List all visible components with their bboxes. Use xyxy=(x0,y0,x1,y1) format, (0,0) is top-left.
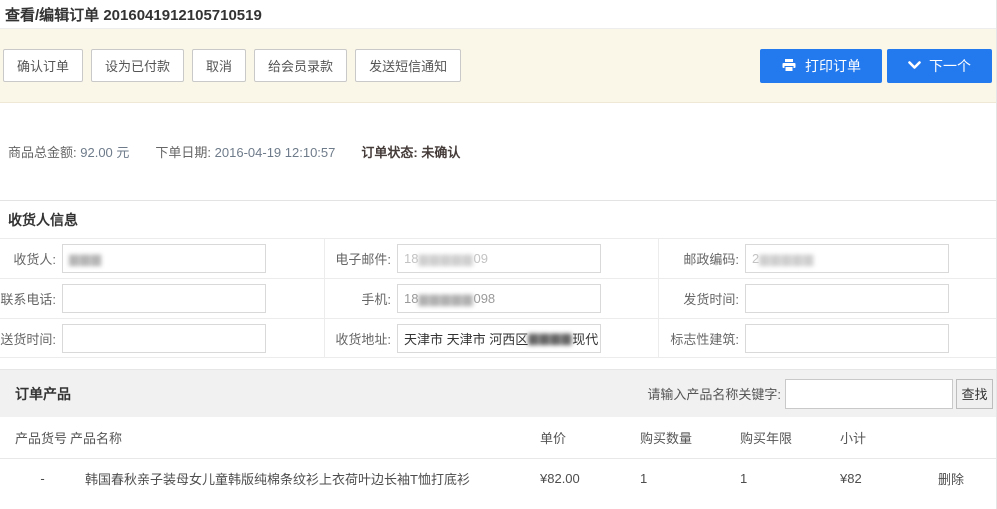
col-product-name: 产品名称 xyxy=(70,428,540,447)
order-status-value: 未确认 xyxy=(421,145,460,160)
masked-value: ▆▆▆▆▆ xyxy=(418,251,473,267)
toolbar: 确认订单 设为已付款 取消 给会员录款 发送短信通知 打印订单 下一个 xyxy=(0,29,996,103)
print-order-button[interactable]: 打印订单 xyxy=(760,49,882,83)
confirm-order-button[interactable]: 确认订单 xyxy=(3,49,83,82)
order-status-label: 订单状态: xyxy=(361,145,417,160)
contact-phone-input[interactable] xyxy=(62,284,266,313)
email-field: 电子邮件: 18▆▆▆▆▆09 xyxy=(325,238,659,278)
contact-phone-field: 联系电话: xyxy=(0,278,325,318)
products-table-header: 产品货号 产品名称 单价 购买数量 购买年限 小计 xyxy=(0,417,996,459)
order-date-label: 下单日期: xyxy=(155,145,211,160)
recipient-label: 收货人: xyxy=(0,249,62,268)
recipient-input[interactable]: ▆▆▆ xyxy=(62,244,266,273)
total-amount-value: 92.00 元 xyxy=(80,145,129,160)
landmark-input[interactable] xyxy=(745,324,949,353)
landmark-label: 标志性建筑: xyxy=(659,329,745,348)
masked-value: ▆▆▆▆ xyxy=(528,330,572,346)
product-search-label: 请输入产品名称关键字: xyxy=(647,384,781,403)
products-title: 订单产品 xyxy=(15,384,71,404)
address-field: 收货地址: 天津市 天津市 河西区▆▆▆▆现代 xyxy=(325,318,659,358)
col-product-sku: 产品货号 xyxy=(0,428,70,447)
unit-price: ¥82.00 xyxy=(540,471,640,486)
set-paid-button[interactable]: 设为已付款 xyxy=(91,49,184,82)
field-value: 天津市 天津市 河西区 xyxy=(404,329,528,348)
products-section-header: 订单产品 请输入产品名称关键字: 查找 xyxy=(0,369,996,417)
delete-link[interactable]: 删除 xyxy=(938,472,964,487)
masked-value: ▆▆▆▆▆ xyxy=(418,291,473,307)
contact-phone-label: 联系电话: xyxy=(0,289,62,308)
product-name: 韩国春秋亲子装母女儿童韩版纯棉条纹衫上衣荷叶边长袖T恤打底衫 xyxy=(85,469,540,488)
ship-time-field: 发货时间: xyxy=(659,278,997,318)
masked-value: ▆▆▆ xyxy=(69,251,102,267)
product-sku: - xyxy=(0,471,85,486)
page-title: 查看/编辑订单 2016041912105710519 xyxy=(5,4,262,25)
purchase-years: 1 xyxy=(740,471,840,486)
delivery-time-input[interactable] xyxy=(62,324,266,353)
send-sms-button[interactable]: 发送短信通知 xyxy=(355,49,461,82)
mobile-field: 手机: 18▆▆▆▆▆098 xyxy=(325,278,659,318)
subtotal: ¥82 xyxy=(840,471,938,486)
record-payment-button[interactable]: 给会员录款 xyxy=(254,49,347,82)
postal-code-label: 邮政编码: xyxy=(659,249,745,268)
print-order-label: 打印订单 xyxy=(805,56,861,76)
col-unit-price: 单价 xyxy=(540,428,640,447)
email-input[interactable]: 18▆▆▆▆▆09 xyxy=(397,244,601,273)
recipient-form: 收货人: ▆▆▆ 电子邮件: 18▆▆▆▆▆09 邮政编码: 2▆▆▆▆▆ 联系… xyxy=(0,238,996,358)
product-search-input[interactable] xyxy=(785,379,953,409)
field-value: 09 xyxy=(473,251,487,266)
table-row: - 韩国春秋亲子装母女儿童韩版纯棉条纹衫上衣荷叶边长袖T恤打底衫 ¥82.00 … xyxy=(0,459,996,498)
postal-code-input[interactable]: 2▆▆▆▆▆ xyxy=(745,244,949,273)
delivery-time-label: 送货时间: xyxy=(0,329,62,348)
order-edit-page: 查看/编辑订单 2016041912105710519 确认订单 设为已付款 取… xyxy=(0,0,997,509)
order-date-value: 2016-04-19 12:10:57 xyxy=(215,145,336,160)
col-quantity: 购买数量 xyxy=(640,428,740,447)
next-label: 下一个 xyxy=(929,56,971,76)
field-value: 18 xyxy=(404,251,418,266)
mobile-input[interactable]: 18▆▆▆▆▆098 xyxy=(397,284,601,313)
recipient-field: 收货人: ▆▆▆ xyxy=(0,238,325,278)
product-search: 请输入产品名称关键字: 查找 xyxy=(647,379,993,409)
landmark-field: 标志性建筑: xyxy=(659,318,997,358)
field-value: 098 xyxy=(473,291,495,306)
col-subtotal: 小计 xyxy=(840,428,938,447)
address-label: 收货地址: xyxy=(325,329,397,348)
cancel-button[interactable]: 取消 xyxy=(192,49,246,82)
col-purchase-years: 购买年限 xyxy=(740,428,840,447)
field-value: 现代 xyxy=(572,329,598,348)
field-value: 18 xyxy=(404,291,418,306)
postal-code-field: 邮政编码: 2▆▆▆▆▆ xyxy=(659,238,997,278)
mobile-label: 手机: xyxy=(325,289,397,308)
printer-icon xyxy=(781,58,797,73)
search-button[interactable]: 查找 xyxy=(956,379,993,409)
chevron-down-icon xyxy=(908,61,921,70)
total-amount-label: 商品总金额: xyxy=(8,145,77,160)
ship-time-input[interactable] xyxy=(745,284,949,313)
masked-value: ▆▆▆▆▆ xyxy=(759,251,814,267)
title-bar: 查看/编辑订单 2016041912105710519 xyxy=(0,0,996,29)
quantity: 1 xyxy=(640,471,740,486)
next-button[interactable]: 下一个 xyxy=(887,49,992,83)
recipient-info-section: 收货人信息 收货人: ▆▆▆ 电子邮件: 18▆▆▆▆▆09 邮政编码: 2▆▆… xyxy=(0,200,996,358)
email-label: 电子邮件: xyxy=(325,249,397,268)
delivery-time-field: 送货时间: xyxy=(0,318,325,358)
recipient-info-title: 收货人信息 xyxy=(0,201,996,238)
ship-time-label: 发货时间: xyxy=(659,289,745,308)
order-summary: 商品总金额: 92.00 元 下单日期: 2016-04-19 12:10:57… xyxy=(0,103,996,200)
address-input[interactable]: 天津市 天津市 河西区▆▆▆▆现代 xyxy=(397,324,601,353)
